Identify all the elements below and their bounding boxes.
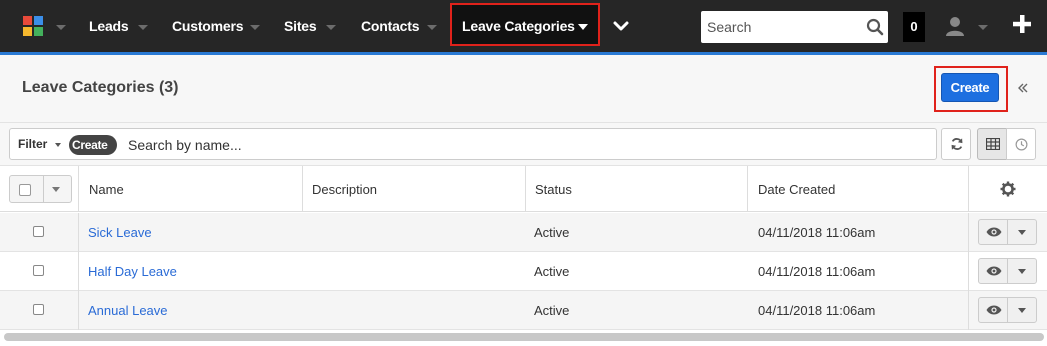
column-header-status[interactable]: Status — [535, 182, 572, 197]
leave-categories-caret-icon[interactable] — [578, 24, 588, 30]
caret-down-icon — [1018, 269, 1026, 274]
grid-icon — [986, 138, 1000, 150]
global-search-input[interactable] — [707, 17, 857, 37]
row-date-created: 04/11/2018 11:06am — [758, 303, 876, 318]
collapse-icon[interactable] — [1017, 82, 1029, 94]
row-name-link[interactable]: Sick Leave — [88, 225, 152, 240]
table-header: Name Description Status Date Created — [0, 166, 1047, 212]
row-actions-dropdown[interactable] — [1007, 297, 1037, 323]
page-title: Leave Categories (3) — [22, 79, 179, 96]
customers-caret-icon[interactable] — [250, 25, 260, 30]
view-button[interactable] — [978, 258, 1008, 284]
table-row[interactable]: Annual Leave Active 04/11/2018 11:06am — [0, 291, 1047, 330]
search-by-name-input[interactable] — [128, 135, 908, 155]
select-all-caret-icon[interactable] — [52, 187, 60, 192]
nav-item-contacts[interactable]: Contacts — [361, 18, 419, 34]
row-checkbox[interactable] — [33, 226, 44, 237]
column-separator — [525, 166, 526, 212]
table-row[interactable]: Sick Leave Active 04/11/2018 11:06am — [0, 213, 1047, 252]
refresh-button[interactable] — [941, 128, 971, 160]
filter-search-box[interactable]: Filter Create — [9, 128, 937, 160]
user-caret-icon[interactable] — [978, 25, 988, 30]
view-button[interactable] — [978, 297, 1008, 323]
column-separator — [968, 252, 969, 291]
row-checkbox[interactable] — [33, 265, 44, 276]
row-date-created: 04/11/2018 11:06am — [758, 225, 876, 240]
column-separator — [747, 166, 748, 212]
row-name-link[interactable]: Annual Leave — [88, 303, 168, 318]
caret-down-icon — [1018, 230, 1026, 235]
column-separator — [968, 291, 969, 330]
table-row[interactable]: Half Day Leave Active 04/11/2018 11:06am — [0, 252, 1047, 291]
page-header: Leave Categories (3) Create — [0, 55, 1047, 123]
horizontal-scrollbar[interactable] — [4, 333, 1044, 341]
eye-icon — [986, 305, 1002, 315]
sites-caret-icon[interactable] — [326, 25, 336, 30]
select-all-checkbox[interactable] — [19, 184, 31, 196]
filter-bar: Filter Create — [0, 123, 1047, 166]
column-separator — [968, 166, 969, 212]
user-icon[interactable] — [944, 15, 966, 37]
eye-icon — [986, 227, 1002, 237]
row-date-created: 04/11/2018 11:06am — [758, 264, 876, 279]
nav-item-leave-categories-label[interactable]: Leave Categories — [462, 18, 575, 34]
logo-caret-icon[interactable] — [56, 25, 66, 30]
column-header-description[interactable]: Description — [312, 182, 377, 197]
history-view-button[interactable] — [1006, 128, 1036, 160]
select-all-control[interactable] — [9, 175, 72, 203]
search-icon[interactable] — [866, 18, 884, 36]
notification-count[interactable]: 0 — [903, 12, 925, 42]
column-header-date-created[interactable]: Date Created — [758, 182, 835, 197]
filter-create-tag[interactable]: Create — [69, 135, 117, 155]
column-separator — [78, 166, 79, 212]
row-actions-dropdown[interactable] — [1007, 258, 1037, 284]
row-status: Active — [534, 225, 570, 240]
global-search[interactable] — [701, 11, 888, 43]
grid-view-button[interactable] — [977, 128, 1007, 160]
column-separator — [78, 291, 79, 330]
column-separator — [78, 252, 79, 291]
view-button[interactable] — [978, 219, 1008, 245]
row-name-link[interactable]: Half Day Leave — [88, 264, 177, 279]
select-all-divider — [43, 176, 44, 202]
column-separator — [968, 213, 969, 252]
chevron-down-icon[interactable] — [612, 18, 630, 34]
app-logo-icon[interactable] — [23, 16, 43, 36]
column-separator — [78, 213, 79, 252]
clock-icon — [1015, 138, 1028, 151]
refresh-icon — [951, 138, 963, 150]
gear-icon[interactable] — [1000, 181, 1016, 197]
column-separator — [302, 166, 303, 212]
filter-caret-icon[interactable] — [55, 143, 61, 147]
contacts-caret-icon[interactable] — [427, 25, 437, 30]
create-button[interactable]: Create — [941, 73, 999, 102]
row-actions-dropdown[interactable] — [1007, 219, 1037, 245]
row-status: Active — [534, 264, 570, 279]
nav-item-sites[interactable]: Sites — [284, 18, 317, 34]
caret-down-icon — [1018, 308, 1026, 313]
nav-item-customers[interactable]: Customers — [172, 18, 244, 34]
plus-icon[interactable] — [1012, 14, 1032, 34]
column-header-name[interactable]: Name — [89, 182, 124, 197]
eye-icon — [986, 266, 1002, 276]
top-nav: Leads Customers Sites Contacts Leave Cat… — [0, 0, 1047, 52]
row-status: Active — [534, 303, 570, 318]
leads-caret-icon[interactable] — [138, 25, 148, 30]
filter-button[interactable]: Filter — [18, 137, 47, 151]
row-checkbox[interactable] — [33, 304, 44, 315]
nav-item-leads[interactable]: Leads — [89, 18, 129, 34]
